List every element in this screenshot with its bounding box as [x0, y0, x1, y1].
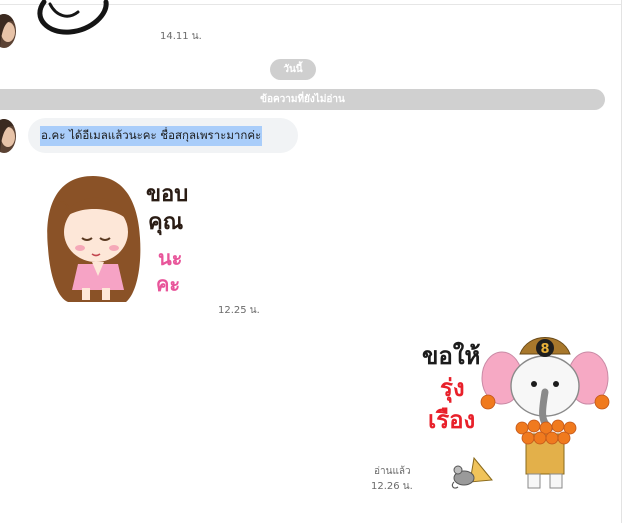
good-luck-sticker[interactable]: ขอให้ รุ่ง เรือง 8: [420, 330, 610, 495]
sticker-word-4: คะ: [156, 272, 181, 296]
date-separator: วันนี้: [270, 59, 316, 80]
sticker-word-ganesha-3: เรือง: [428, 406, 476, 434]
unread-separator: ข้อความที่ยังไม่อ่าน: [0, 89, 605, 110]
read-status: อ่านแล้ว: [374, 466, 411, 477]
sticker1-time: 12.25 น.: [218, 305, 260, 316]
badge-number: 8: [540, 342, 549, 357]
avatar-top[interactable]: [0, 14, 16, 48]
previous-sticker[interactable]: [30, 0, 120, 40]
sticker2-time: 12.26 น.: [371, 481, 413, 492]
ganesha-illustration: 8: [480, 337, 610, 489]
mouse-icon: [451, 456, 493, 489]
message-bubble[interactable]: อ.คะ ได้อีเมลแล้วนะคะ ชื่อสกุลเพราะมากค่…: [28, 118, 298, 153]
girl-illustration: [47, 176, 141, 302]
message-time: 14.11 น.: [160, 31, 202, 42]
sticker-word-2: คุณ: [148, 210, 184, 235]
avatar-sender[interactable]: [0, 119, 16, 153]
message-text[interactable]: อ.คะ ได้อีเมลแล้วนะคะ ชื่อสกุลเพราะมากค่…: [40, 125, 263, 146]
thank-you-sticker[interactable]: ขอบ คุณ นะ คะ: [38, 168, 208, 308]
